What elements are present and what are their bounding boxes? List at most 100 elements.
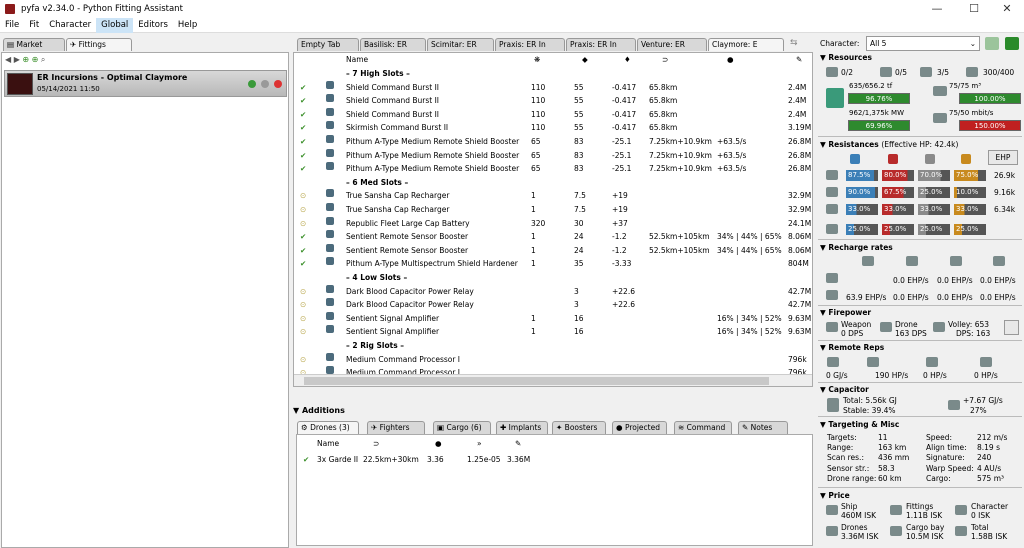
module-online-icon[interactable]: ⊙: [300, 217, 306, 231]
module-online-icon[interactable]: ⊙: [300, 189, 306, 203]
module-name: Pithum A-Type Multispectrum Shield Harde…: [346, 259, 518, 269]
add-tab-cargo[interactable]: ▣ Cargo (6): [433, 421, 491, 434]
module-active-icon[interactable]: ✔: [300, 94, 306, 108]
tab-fittings[interactable]: ✈ Fittings: [66, 38, 132, 51]
module-online-icon[interactable]: ⊙: [300, 298, 306, 312]
module-row[interactable]: ⊙ True Sansha Cap Recharger 1 7.5 +19 32.9M: [294, 203, 812, 217]
module-active-icon[interactable]: ✔: [300, 257, 306, 271]
slot-section-header[interactable]: – 2 Rig Slots –: [294, 339, 812, 353]
ehp-toggle-button[interactable]: EHP: [988, 150, 1018, 165]
menu-fit[interactable]: Fit: [24, 18, 44, 33]
fit-tab-1[interactable]: Basilisk: ER: [360, 38, 426, 51]
col-range-icon[interactable]: ⊃: [662, 53, 668, 67]
slot-section-header[interactable]: – 7 High Slots –: [294, 67, 812, 81]
module-row[interactable]: ⊙ Medium Command Processor I 796k: [294, 352, 812, 367]
col-cpu-icon[interactable]: ❋: [534, 53, 540, 67]
menu-editors[interactable]: Editors: [133, 18, 173, 33]
fit-tab-2[interactable]: Scimitar: ER: [427, 38, 494, 51]
add-tab-implants[interactable]: ✚ Implants: [496, 421, 548, 434]
menu-file[interactable]: File: [0, 18, 24, 33]
module-row[interactable]: ✔ Shield Command Burst II 110 55 -0.417 65.8k…: [294, 107, 812, 122]
copy-icon[interactable]: ⊕: [32, 55, 39, 64]
drone-active-icon[interactable]: ✔: [303, 453, 309, 467]
col-pg-icon[interactable]: ◆: [582, 53, 588, 67]
module-row[interactable]: ⊙ Dark Blood Capacitor Power Relay 3 +22.6 4…: [294, 284, 812, 299]
fit-settings-icon[interactable]: [261, 80, 269, 88]
module-row[interactable]: ⊙ Dark Blood Capacitor Power Relay 3 +22.6 4…: [294, 298, 812, 312]
module-active-icon[interactable]: ✔: [300, 121, 306, 135]
col-price-icon[interactable]: ✎: [796, 53, 802, 67]
ship-price-icon: [826, 505, 838, 515]
module-online-icon[interactable]: ⊙: [300, 203, 306, 217]
module-row[interactable]: ⊙ Sentient Signal Amplifier 1 16 16% | 34% |…: [294, 325, 812, 339]
damage-pattern-button[interactable]: [1004, 320, 1019, 335]
tab-market[interactable]: ▤ Market: [3, 38, 65, 51]
drones-col-range-icon[interactable]: ⊃: [373, 437, 379, 451]
module-row[interactable]: ✔ Sentient Remote Sensor Booster 1 24 -1.2 52…: [294, 230, 812, 244]
fit-tab-5[interactable]: Venture: ER: [637, 38, 707, 51]
drones-col-speed-icon[interactable]: »: [477, 437, 482, 451]
module-row[interactable]: ⊙ Republic Fleet Large Cap Battery 320 30 +3…: [294, 216, 812, 231]
drone-row[interactable]: ✔ 3x Garde II 22.5km+30km 3.36 1.25e-05 …: [297, 453, 815, 467]
module-row[interactable]: ✔ Pithum A-Type Medium Remote Shield Boos…: [294, 148, 812, 163]
fit-tab-4[interactable]: Praxis: ER In: [566, 38, 636, 51]
module-row[interactable]: ✔ Shield Command Burst II 110 55 -0.417 65.8k…: [294, 80, 812, 95]
slot-section-header[interactable]: – 6 Med Slots –: [294, 176, 812, 190]
forward-icon[interactable]: ▶: [14, 55, 20, 64]
module-active-icon[interactable]: ✔: [300, 81, 306, 95]
add-tab-projected[interactable]: ● Projected: [612, 421, 667, 434]
add-tab-boosters[interactable]: ✦ Boosters: [552, 421, 606, 434]
drones-col-price-icon[interactable]: ✎: [515, 437, 521, 451]
fit-copy-icon[interactable]: [248, 80, 256, 88]
close-button[interactable]: ✕: [990, 0, 1024, 18]
fit-item[interactable]: ER Incursions - Optimal Claymore 05/14/2…: [4, 70, 287, 97]
module-online-icon[interactable]: ⊙: [300, 285, 306, 299]
module-row[interactable]: ✔ Shield Command Burst II 110 55 -0.417 65.8k…: [294, 94, 812, 108]
back-icon[interactable]: ◀: [5, 55, 11, 64]
skills-icon[interactable]: [1005, 37, 1019, 50]
module-online-icon[interactable]: ⊙: [300, 312, 306, 326]
module-active-icon[interactable]: ✔: [300, 230, 306, 244]
drones-col-dps-icon[interactable]: ●: [435, 437, 442, 451]
drones-col-name[interactable]: Name: [317, 437, 339, 451]
module-online-icon[interactable]: ⊙: [300, 325, 306, 339]
fit-delete-icon[interactable]: [274, 80, 282, 88]
horizontal-scrollbar[interactable]: [294, 374, 812, 386]
module-active-icon[interactable]: ✔: [300, 135, 306, 149]
module-row[interactable]: ✔ Sentient Remote Sensor Booster 1 24 -1.2 52…: [294, 243, 812, 258]
scrollbar-thumb[interactable]: [304, 377, 769, 385]
module-active-icon[interactable]: ✔: [300, 244, 306, 258]
module-row[interactable]: ⊙ Sentient Signal Amplifier 1 16 16% | 34% |…: [294, 311, 812, 326]
add-tab-command[interactable]: ≋ Command: [674, 421, 732, 434]
menu-global[interactable]: Global: [96, 17, 134, 33]
module-row[interactable]: ⊙ True Sansha Cap Recharger 1 7.5 +19 32.9M: [294, 189, 812, 203]
fit-tab-6[interactable]: Claymore: E: [708, 38, 784, 51]
tab-scroll-icon[interactable]: ⇆: [790, 38, 798, 48]
fit-tab-0[interactable]: Empty Tab: [297, 38, 359, 51]
module-active-icon[interactable]: ✔: [300, 108, 306, 122]
module-active-icon[interactable]: ✔: [300, 149, 306, 163]
module-active-icon[interactable]: ✔: [300, 162, 306, 176]
targeting-label: Drone range:: [827, 473, 877, 483]
refresh-icon[interactable]: [985, 37, 999, 50]
col-name[interactable]: Name: [346, 53, 368, 67]
col-cap-icon[interactable]: ♦: [624, 53, 631, 67]
add-tab-notes[interactable]: ✎ Notes: [738, 421, 788, 434]
add-tab-fighters[interactable]: ✈ Fighters: [367, 421, 425, 434]
search-icon[interactable]: ⌕: [41, 55, 45, 64]
module-row[interactable]: ✔ Pithum A-Type Multispectrum Shield Hard…: [294, 257, 812, 271]
module-row[interactable]: ✔ Pithum A-Type Medium Remote Shield Boos…: [294, 162, 812, 176]
module-row[interactable]: ✔ Skirmish Command Burst II 110 55 -0.417 65.…: [294, 121, 812, 135]
menu-character[interactable]: Character: [44, 18, 96, 33]
add-icon[interactable]: ⊕: [22, 55, 29, 64]
character-select[interactable]: All 5 ⌄: [866, 36, 980, 51]
col-effect-icon[interactable]: ●: [727, 53, 734, 67]
minimize-button[interactable]: —: [920, 0, 954, 18]
fit-tab-3[interactable]: Praxis: ER In: [495, 38, 565, 51]
slot-section-header[interactable]: – 4 Low Slots –: [294, 271, 812, 285]
menu-help[interactable]: Help: [173, 18, 202, 33]
module-row[interactable]: ✔ Pithum A-Type Medium Remote Shield Boos…: [294, 135, 812, 149]
add-tab-drones[interactable]: ⚙ Drones (3): [297, 421, 359, 434]
maximize-button[interactable]: ☐: [957, 0, 991, 18]
module-online-icon[interactable]: ⊙: [300, 353, 306, 367]
